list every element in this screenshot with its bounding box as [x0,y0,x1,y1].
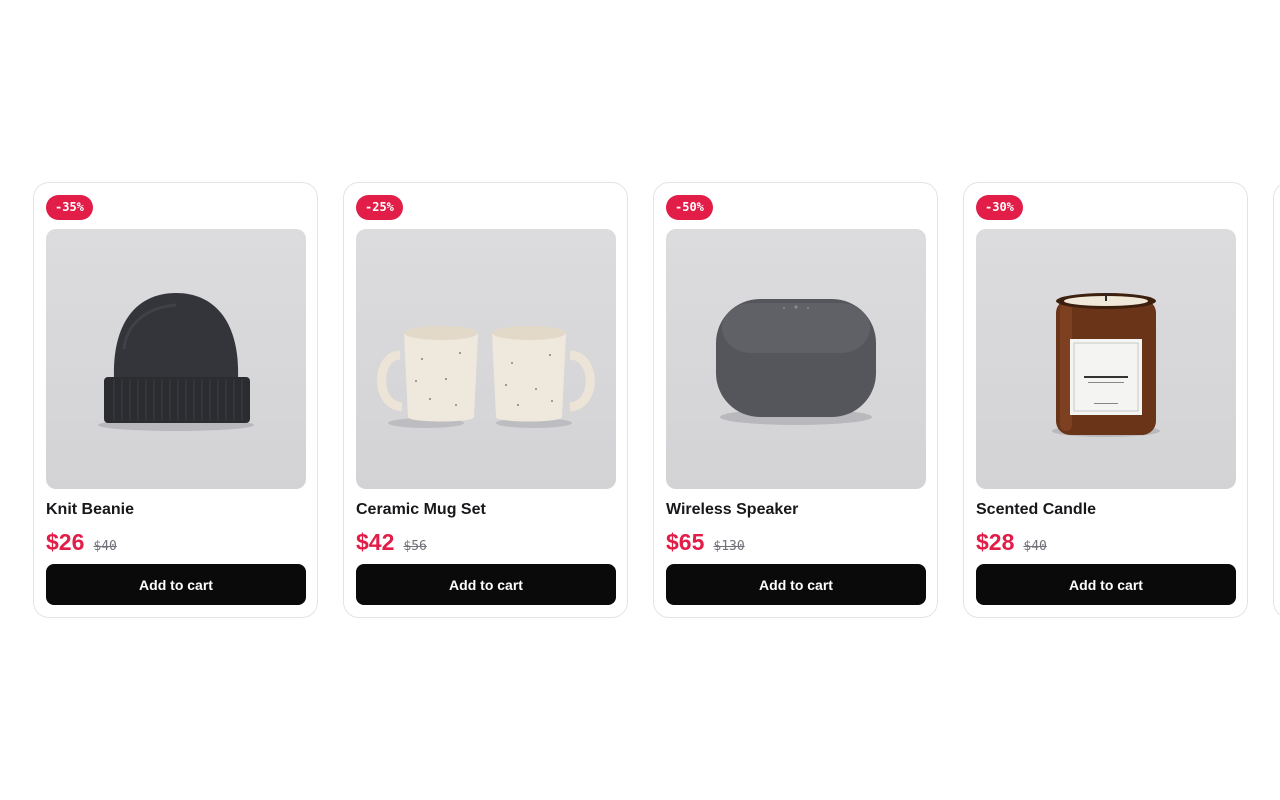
product-card: -30% Scented Candle $28 $40 Add to cart [963,182,1248,618]
product-name[interactable]: Scented Candle [976,500,1235,520]
price-row: $65 $130 [666,529,925,555]
product-image[interactable] [976,229,1236,489]
discount-badge: -50% [666,195,713,220]
product-image[interactable] [356,229,616,489]
product-image[interactable] [666,229,926,489]
price-row: $26 $40 [46,529,305,555]
discount-badge: -35% [46,195,93,220]
sale-price: $28 [976,529,1015,555]
original-price: $130 [713,539,745,554]
product-name[interactable]: Ceramic Mug Set [356,500,615,520]
add-to-cart-button[interactable]: Add to cart [356,564,616,605]
discount-badge: -25% [356,195,403,220]
product-image[interactable] [46,229,306,489]
sale-price: $26 [46,529,85,555]
product-name[interactable]: Wireless Speaker [666,500,925,520]
product-name[interactable]: Knit Beanie [46,500,305,520]
discount-badge: -30% [976,195,1023,220]
original-price: $56 [403,539,427,554]
beanie-icon [98,293,254,431]
product-card-partial [1273,182,1280,618]
original-price: $40 [1023,539,1047,554]
price-row: $28 $40 [976,529,1235,555]
sale-price: $65 [666,529,705,555]
product-card: -35% Knit Beanie $26 $40 Add to cart [33,182,318,618]
product-track: -35% Knit Beanie $26 $40 Add to cart -25… [33,182,1280,618]
add-to-cart-button[interactable]: Add to cart [666,564,926,605]
product-card: -50% Wireless Speaker $65 $130 Add to ca… [653,182,938,618]
product-carousel: -35% Knit Beanie $26 $40 Add to cart -25… [0,0,1280,800]
original-price: $40 [93,539,117,554]
mug-set-icon [377,326,595,428]
price-row: $42 $56 [356,529,615,555]
product-card: -25% Ceramic Mug Set $42 $56 Add to cart [343,182,628,618]
candle-icon [1052,293,1160,437]
speaker-icon [716,299,876,425]
add-to-cart-button[interactable]: Add to cart [976,564,1236,605]
sale-price: $42 [356,529,395,555]
add-to-cart-button[interactable]: Add to cart [46,564,306,605]
